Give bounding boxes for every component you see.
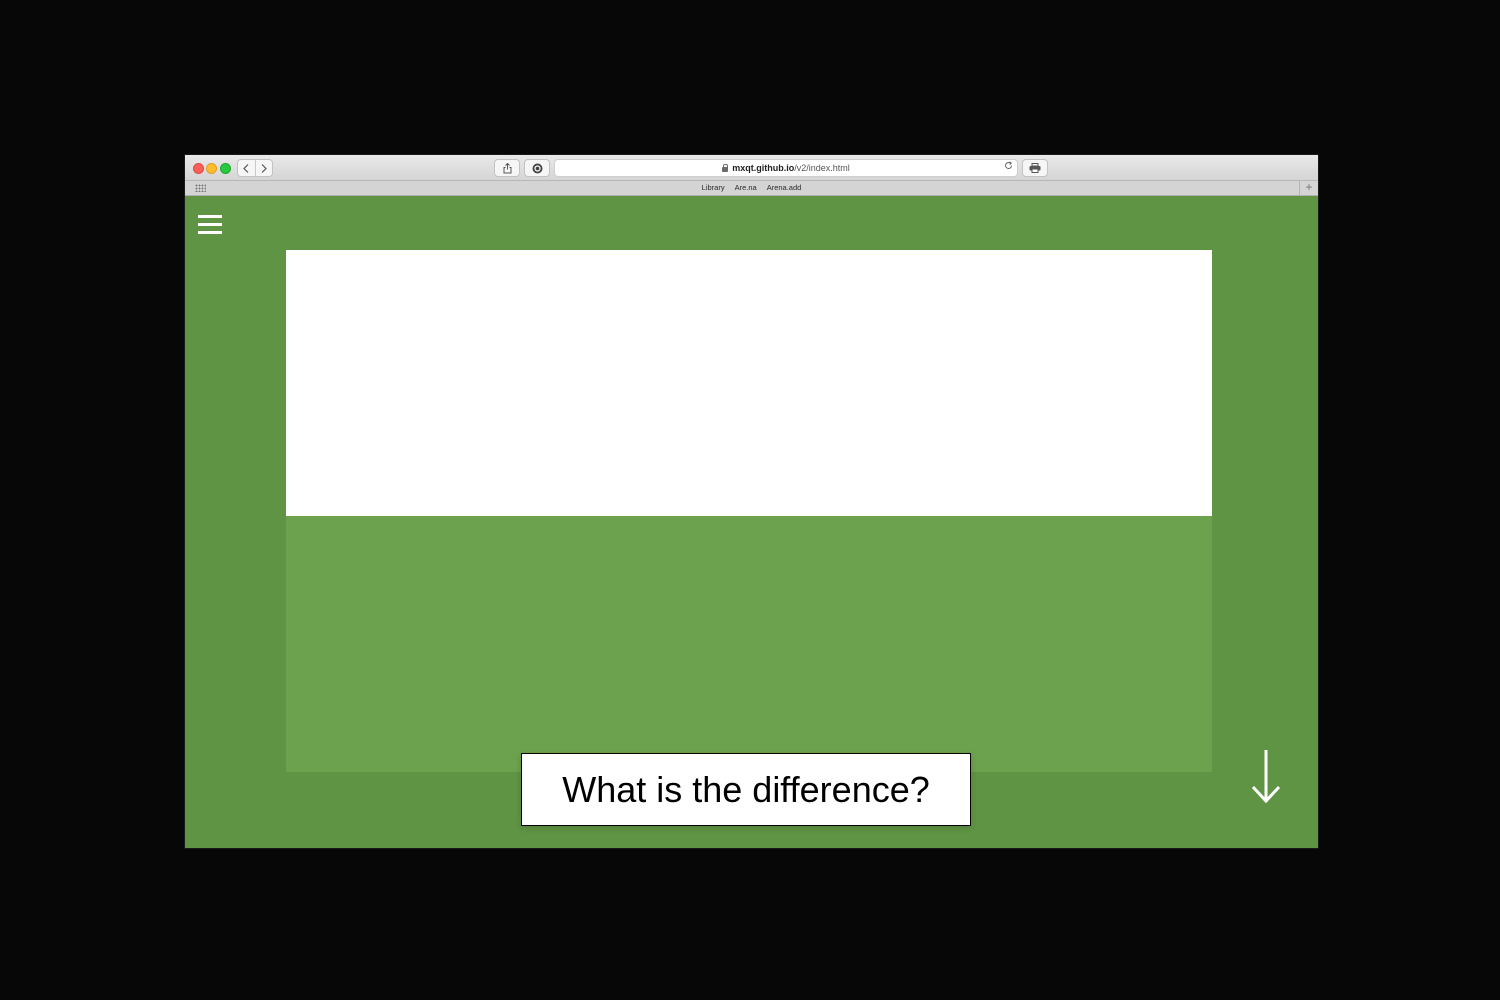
url-path: /v2/index.html	[794, 163, 850, 173]
green-panel	[286, 516, 1212, 772]
bookmark-list: Library Are.na Arena.add	[185, 181, 1318, 195]
close-window-button[interactable]	[193, 163, 204, 174]
print-button[interactable]	[1022, 159, 1048, 177]
bookmark-arena[interactable]: Are.na	[735, 181, 757, 195]
bookmark-library[interactable]: Library	[702, 181, 725, 195]
new-tab-button[interactable]: +	[1299, 181, 1318, 195]
lock-icon	[722, 163, 729, 172]
bookmarks-bar: Library Are.na Arena.add +	[185, 181, 1318, 196]
extension-button[interactable]	[524, 159, 550, 177]
arrow-down-icon[interactable]	[1251, 750, 1281, 805]
menu-bar-line	[198, 215, 222, 218]
hamburger-menu-icon[interactable]	[198, 215, 222, 234]
forward-button[interactable]	[254, 160, 273, 176]
browser-toolbar: mxqt.github.io/v2/index.html	[185, 155, 1318, 181]
minimize-window-button[interactable]	[206, 163, 217, 174]
url-host: mxqt.github.io	[732, 163, 795, 173]
white-panel	[286, 250, 1212, 516]
extension-icon	[532, 163, 542, 173]
caption-box: What is the difference?	[521, 753, 971, 826]
print-icon	[1029, 163, 1041, 173]
navigation-buttons	[237, 159, 273, 177]
reload-button[interactable]	[1004, 161, 1013, 173]
chevron-left-icon	[243, 163, 249, 173]
address-bar[interactable]: mxqt.github.io/v2/index.html	[554, 159, 1018, 177]
back-button[interactable]	[238, 160, 255, 176]
menu-bar-line	[198, 231, 222, 234]
page-content: What is the difference?	[185, 196, 1318, 848]
plus-icon: +	[1305, 180, 1313, 194]
reload-icon	[1005, 161, 1013, 169]
menu-bar-line	[198, 223, 222, 226]
browser-window: mxqt.github.io/v2/index.html Library Are…	[185, 155, 1318, 848]
maximize-window-button[interactable]	[220, 163, 231, 174]
share-button[interactable]	[494, 159, 520, 177]
bookmark-arena-add[interactable]: Arena.add	[767, 181, 802, 195]
caption-text: What is the difference?	[562, 768, 930, 810]
share-icon	[503, 162, 511, 173]
chevron-right-icon	[261, 163, 267, 173]
